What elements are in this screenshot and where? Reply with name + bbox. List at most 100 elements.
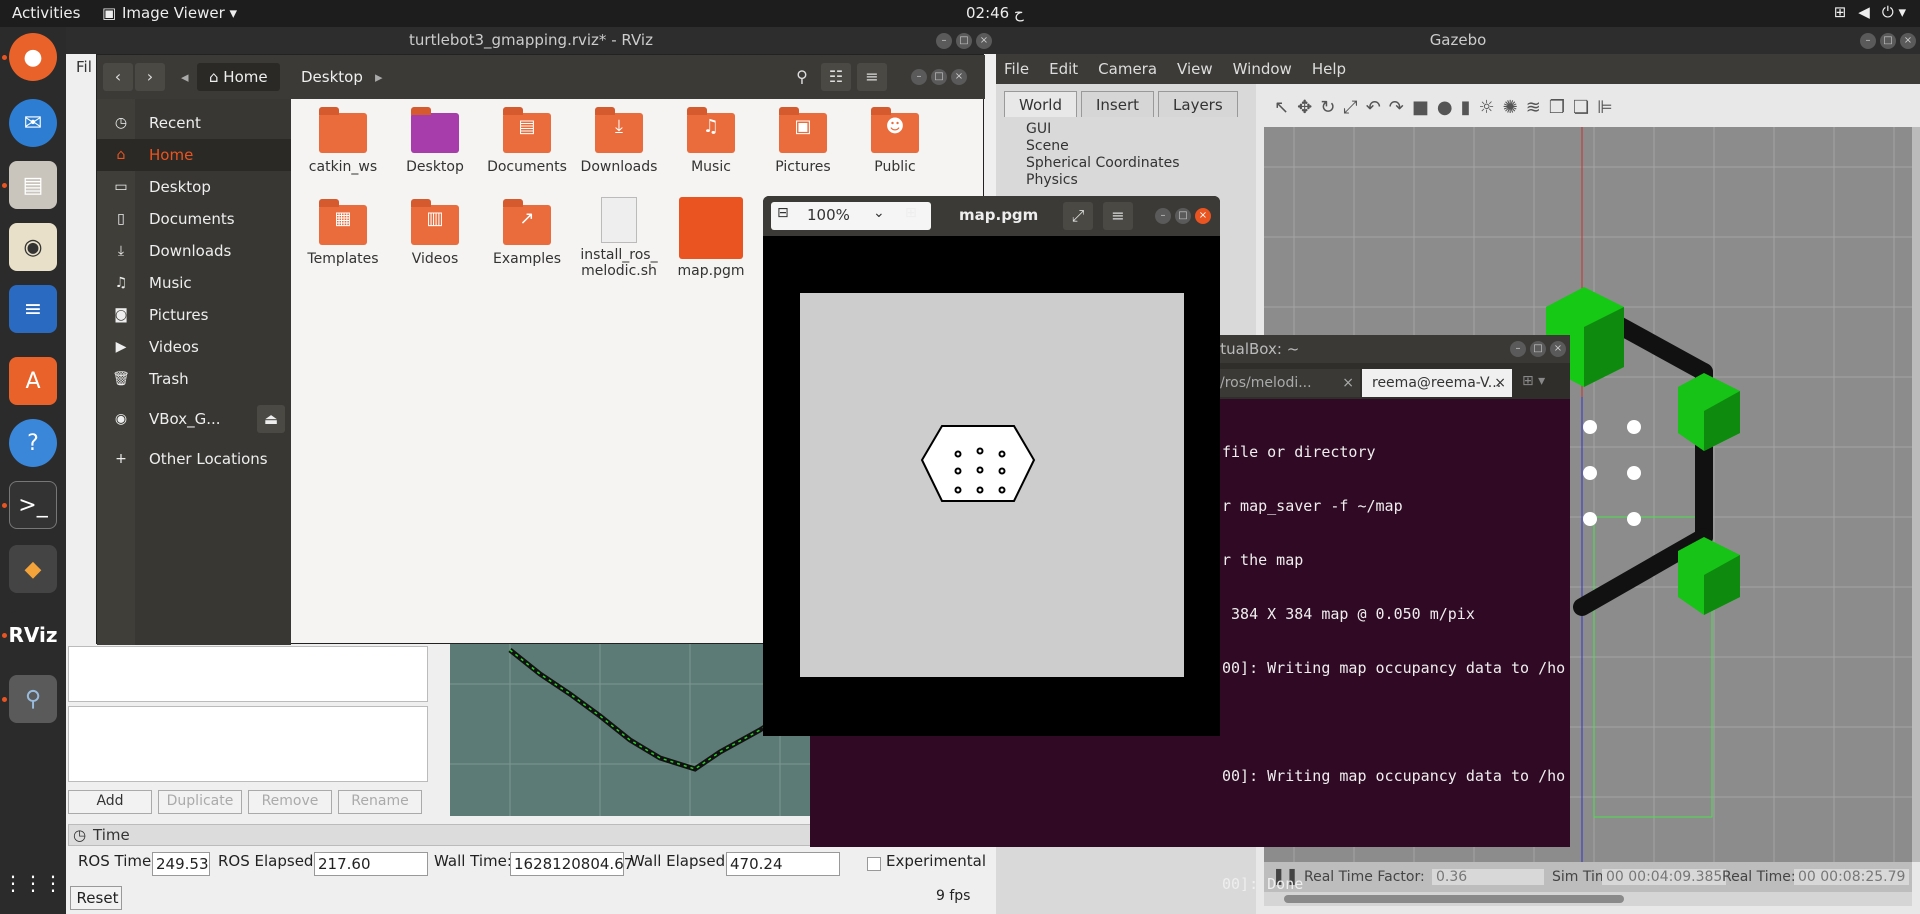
menu-window[interactable]: Window bbox=[1233, 60, 1292, 78]
rhythmbox-icon[interactable]: ◉ bbox=[9, 223, 57, 271]
maximize-button[interactable]: □ bbox=[956, 33, 972, 49]
menu-icon[interactable]: ≡ bbox=[1103, 202, 1133, 230]
tab-layers[interactable]: Layers bbox=[1158, 91, 1238, 117]
file-item[interactable]: ♫ Music bbox=[665, 107, 757, 175]
maximize-button[interactable]: □ bbox=[1530, 341, 1546, 357]
close-button[interactable]: × bbox=[1900, 33, 1916, 49]
close-button[interactable]: × bbox=[976, 33, 992, 49]
duplicate-button[interactable]: Duplicate bbox=[158, 790, 242, 814]
paste-icon[interactable]: ❏ bbox=[1573, 97, 1589, 118]
view-toggle-icon[interactable]: ☷ bbox=[821, 63, 851, 91]
tree-item-spherical[interactable]: Spherical Coordinates bbox=[1010, 155, 1240, 172]
close-tab-icon[interactable]: × bbox=[1342, 369, 1354, 397]
sidebar-item-downloads[interactable]: ⤓ Downloads bbox=[97, 235, 291, 267]
select-tool-icon[interactable]: ↖ bbox=[1274, 97, 1289, 118]
remove-button[interactable]: Remove bbox=[248, 790, 332, 814]
terminal-tab-1[interactable]: /ros/melodi... × bbox=[1210, 369, 1360, 397]
add-button[interactable]: Add bbox=[68, 790, 152, 814]
redo-icon[interactable]: ↷ bbox=[1389, 97, 1404, 118]
copy-icon[interactable]: ❐ bbox=[1549, 97, 1565, 118]
file-item[interactable]: install_ros_ melodic.sh bbox=[573, 197, 665, 279]
virtualbox-icon[interactable]: ◆ bbox=[9, 545, 57, 593]
file-item[interactable]: ⤓ Downloads bbox=[573, 107, 665, 175]
menu-edit[interactable]: Edit bbox=[1049, 60, 1078, 78]
reset-button[interactable]: Reset bbox=[70, 886, 122, 910]
eject-icon[interactable]: ⏏ bbox=[257, 405, 285, 433]
minimize-button[interactable]: – bbox=[1510, 341, 1526, 357]
displays-list[interactable] bbox=[68, 646, 428, 702]
file-item[interactable]: Desktop bbox=[389, 107, 481, 175]
system-tray[interactable]: ⊞ ◀ ⏻ ▾ bbox=[1834, 3, 1906, 21]
path-scroll-right[interactable]: ▸ bbox=[371, 63, 387, 91]
terminal-icon[interactable]: >_ bbox=[9, 481, 57, 529]
sidebar-item-music[interactable]: ♫ Music bbox=[97, 267, 291, 299]
menu-help[interactable]: Help bbox=[1312, 60, 1346, 78]
image-viewer-icon[interactable]: ⚲ bbox=[9, 675, 57, 723]
zoom-in-icon[interactable]: ⊞ bbox=[905, 205, 917, 221]
sidebar-item-pictures[interactable]: ◙ Pictures bbox=[97, 299, 291, 331]
minimize-button[interactable]: – bbox=[1155, 208, 1171, 224]
zoom-level[interactable]: 100% bbox=[807, 206, 850, 224]
rename-button[interactable]: Rename bbox=[338, 790, 422, 814]
spot-light-icon[interactable]: ✺ bbox=[1503, 97, 1518, 118]
sidebar-item-recent[interactable]: ◷ Recent bbox=[97, 107, 291, 139]
sphere-shape-icon[interactable]: ● bbox=[1437, 97, 1453, 118]
cylinder-shape-icon[interactable]: ▮ bbox=[1461, 97, 1471, 118]
path-scroll-left[interactable]: ◂ bbox=[177, 63, 193, 91]
thunderbird-icon[interactable]: ✉ bbox=[9, 99, 57, 147]
ros-elapsed-field[interactable]: 217.60 bbox=[314, 852, 428, 876]
file-item[interactable]: ▣ Pictures bbox=[757, 107, 849, 175]
close-button[interactable]: × bbox=[951, 69, 967, 85]
minimize-button[interactable]: – bbox=[1860, 33, 1876, 49]
directional-light-icon[interactable]: ≋ bbox=[1526, 97, 1541, 118]
zoom-control[interactable]: ⊟ 100% ⌄ ⊞ bbox=[771, 202, 931, 230]
file-item[interactable]: catkin_ws bbox=[297, 107, 389, 175]
sidebar-item-home[interactable]: ⌂ Home bbox=[97, 139, 291, 171]
file-item[interactable]: ▥ Videos bbox=[389, 199, 481, 267]
forward-button[interactable]: › bbox=[135, 63, 165, 91]
file-item[interactable]: ▦ Templates bbox=[297, 199, 389, 267]
display-properties[interactable] bbox=[68, 706, 428, 782]
activities-button[interactable]: Activities bbox=[12, 4, 80, 22]
maximize-button[interactable]: □ bbox=[1880, 33, 1896, 49]
sidebar-item-trash[interactable]: 🗑 Trash bbox=[97, 363, 291, 395]
search-icon[interactable]: ⚲ bbox=[787, 63, 817, 91]
app-grid-icon[interactable]: ⋮⋮⋮ bbox=[3, 859, 63, 907]
ros-time-field[interactable]: 249.53 bbox=[152, 852, 210, 876]
tree-item-physics[interactable]: Physics bbox=[1010, 172, 1240, 189]
fullscreen-icon[interactable]: ⤢ bbox=[1063, 202, 1093, 230]
close-tab-icon[interactable]: × bbox=[1494, 369, 1506, 397]
maximize-button[interactable]: □ bbox=[1175, 208, 1191, 224]
writer-icon[interactable]: ≡ bbox=[9, 285, 57, 333]
file-item[interactable]: ☻ Public bbox=[849, 107, 941, 175]
menu-view[interactable]: View bbox=[1177, 60, 1213, 78]
path-home-button[interactable]: ⌂ Home bbox=[197, 63, 280, 91]
wall-time-field[interactable]: 1628120804.67 bbox=[510, 852, 633, 876]
file-item-selected[interactable]: map.pgm bbox=[665, 197, 757, 279]
minimize-button[interactable]: – bbox=[936, 33, 952, 49]
chevron-down-icon[interactable]: ⌄ bbox=[873, 205, 885, 221]
close-button[interactable]: × bbox=[1195, 208, 1211, 224]
gazebo-side-handle[interactable] bbox=[1912, 127, 1920, 862]
files-icon[interactable]: ▤ bbox=[9, 161, 57, 209]
clock[interactable]: 02:46 ح bbox=[966, 4, 1024, 22]
minimize-button[interactable]: – bbox=[911, 69, 927, 85]
rotate-tool-icon[interactable]: ↻ bbox=[1320, 97, 1335, 118]
menu-file[interactable]: File bbox=[1004, 60, 1029, 78]
help-icon[interactable]: ? bbox=[9, 419, 57, 467]
maximize-button[interactable]: □ bbox=[931, 69, 947, 85]
menu-camera[interactable]: Camera bbox=[1098, 60, 1157, 78]
app-menu[interactable]: Image Viewer ▾ bbox=[122, 4, 237, 22]
point-light-icon[interactable]: ☼ bbox=[1479, 97, 1495, 118]
path-desktop-button[interactable]: Desktop bbox=[289, 63, 375, 91]
rviz-icon[interactable]: RViz bbox=[8, 611, 58, 659]
rviz-menu-file[interactable]: Fil bbox=[76, 58, 92, 76]
file-item[interactable]: ▤ Documents bbox=[481, 107, 573, 175]
tab-world[interactable]: World bbox=[1004, 91, 1077, 117]
translate-tool-icon[interactable]: ✥ bbox=[1297, 97, 1312, 118]
tree-item-scene[interactable]: Scene bbox=[1010, 138, 1240, 155]
sidebar-item-vbox[interactable]: ◉ VBox_G... ⏏ bbox=[97, 403, 291, 435]
scale-tool-icon[interactable]: ⤢ bbox=[1343, 97, 1357, 118]
terminal-tab-2[interactable]: reema@reema-V... × bbox=[1362, 369, 1512, 397]
new-tab-icon[interactable]: ⊞ ▾ bbox=[1522, 373, 1545, 389]
